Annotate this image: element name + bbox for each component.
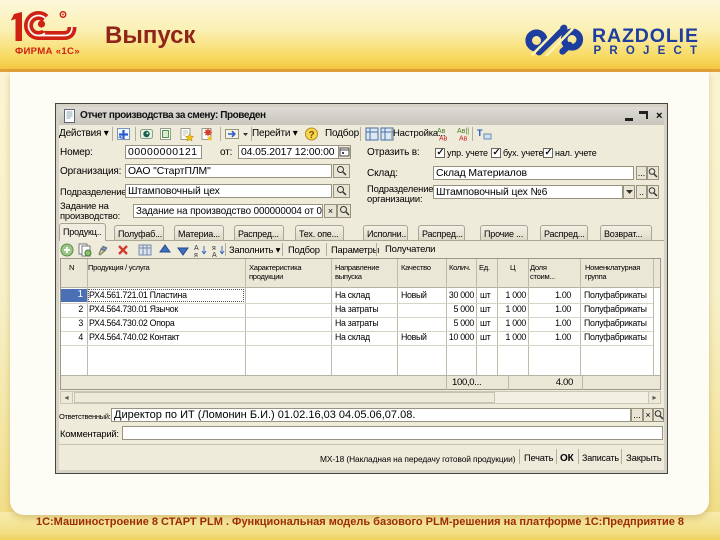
svg-text:Ав||: Ав|| [457, 128, 469, 135]
svg-text:?: ? [309, 130, 315, 141]
svg-text:Т: Т [477, 128, 483, 138]
svg-text:Ав: Ав [439, 136, 448, 143]
svg-text:Ав: Ав [437, 128, 446, 135]
svg-text:ФИРМА «1С»: ФИРМА «1С» [15, 46, 80, 57]
svg-text:RAZDOLIE: RAZDOLIE [592, 25, 699, 47]
svg-text:я: я [194, 252, 198, 257]
svg-text:А: А [212, 252, 217, 257]
svg-text:Ав: Ав [459, 136, 468, 143]
svg-text:PROJECT: PROJECT [594, 45, 706, 56]
svg-text:я: я [212, 245, 216, 252]
svg-text:А: А [194, 245, 199, 252]
